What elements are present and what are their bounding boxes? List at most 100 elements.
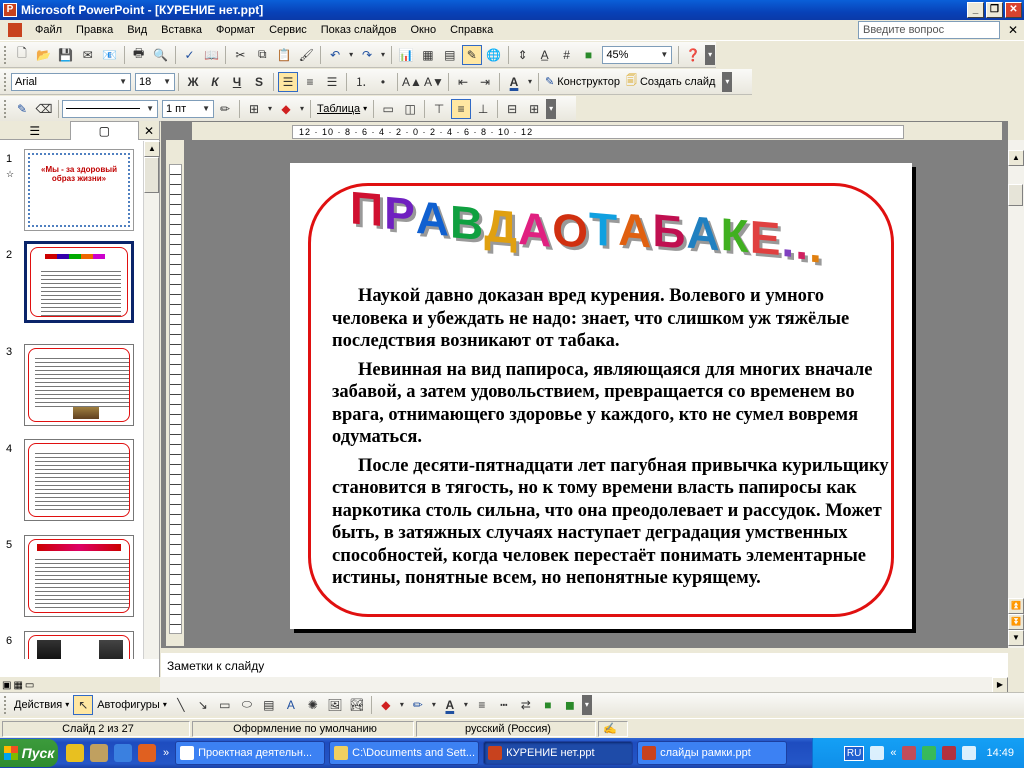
slide-scrollbar[interactable]: ▲ ⏫ ⏬ ▼	[1008, 140, 1024, 648]
split-cell-icon[interactable]: ◫	[400, 99, 420, 119]
insert-chart-icon[interactable]: 📊	[396, 45, 416, 65]
menu-slideshow[interactable]: Показ слайдов	[314, 24, 404, 36]
task-slides-frames[interactable]: слайды рамки.ppt	[637, 741, 788, 765]
slide-canvas[interactable]: ПРАВДА О ТАБАКЕ... Наукой давно доказан …	[290, 163, 912, 629]
slide-thumb-6[interactable]	[24, 631, 134, 659]
hyperlink-icon[interactable]: 🌐	[484, 45, 504, 65]
email-icon[interactable]: 📧	[100, 45, 120, 65]
help-search-input[interactable]: Введите вопрос	[858, 21, 1000, 39]
slide-thumb-4[interactable]	[24, 439, 134, 521]
help-tray-icon[interactable]	[870, 746, 885, 760]
new-icon[interactable]: 🗋	[12, 45, 32, 65]
slide-text-box[interactable]: Наукой давно доказан вред курения. Волев…	[332, 285, 894, 596]
bullets-icon[interactable]: •	[373, 72, 393, 92]
spelling-status-icon[interactable]: ✍	[598, 720, 628, 737]
toolbar-grip[interactable]	[4, 695, 7, 714]
fill-dropdown-icon[interactable]: ▾	[298, 99, 306, 119]
decrease-font-icon[interactable]: A▼	[424, 72, 444, 92]
font-select[interactable]: Arial ▼	[11, 72, 131, 91]
borders-icon[interactable]: ⊞	[244, 99, 264, 119]
distribute-rows-icon[interactable]: ⊟	[502, 99, 522, 119]
start-button[interactable]: Пуск	[0, 739, 58, 767]
font-color-dropdown-icon[interactable]: ▾	[462, 695, 470, 715]
toolbar-grip[interactable]	[4, 99, 7, 118]
restore-button[interactable]: ❐	[986, 2, 1003, 18]
align-bottom-icon[interactable]: ⊥	[473, 99, 493, 119]
dash-style-icon[interactable]: ┅	[494, 695, 514, 715]
menu-insert[interactable]: Вставка	[154, 24, 209, 36]
language-indicator[interactable]: RU	[843, 745, 865, 761]
firefox-icon[interactable]	[138, 744, 156, 762]
format-painter-icon[interactable]: 🖌	[296, 45, 316, 65]
align-top-icon[interactable]: ⊤	[429, 99, 449, 119]
wordart-icon[interactable]: A	[281, 695, 301, 715]
horizontal-scrollbar[interactable]: ◀ ▶	[144, 677, 1008, 693]
slideshow-view-icon[interactable]: ▭	[25, 680, 34, 691]
decrease-indent-icon[interactable]: ⇤	[453, 72, 473, 92]
toolbar-grip[interactable]	[4, 45, 7, 64]
diagram-icon[interactable]: ✺	[303, 695, 323, 715]
shadow-button[interactable]: S	[249, 72, 269, 92]
research-icon[interactable]: 📖	[202, 45, 222, 65]
actions-menu[interactable]: Действия ▾	[11, 699, 72, 711]
grid-icon[interactable]: #	[557, 45, 577, 65]
print-icon[interactable]: 🖶	[129, 45, 149, 65]
previous-slide-icon[interactable]: ⏫	[1008, 598, 1024, 614]
quicklaunch-icon[interactable]	[66, 744, 84, 762]
volume-icon[interactable]	[902, 746, 917, 760]
toolbar-options-icon[interactable]: ▾	[581, 694, 592, 715]
autoshapes-menu[interactable]: Автофигуры ▾	[94, 699, 170, 711]
paste-icon[interactable]: 📋	[274, 45, 294, 65]
oval-icon[interactable]: ⬭	[237, 695, 257, 715]
next-slide-icon[interactable]: ⏬	[1008, 614, 1024, 630]
increase-indent-icon[interactable]: ⇥	[475, 72, 495, 92]
save-icon[interactable]: 💾	[56, 45, 76, 65]
menu-format[interactable]: Формат	[209, 24, 262, 36]
undo-dropdown-icon[interactable]: ▾	[347, 45, 355, 65]
align-center-icon[interactable]: ≡	[300, 72, 320, 92]
menu-window[interactable]: Окно	[404, 24, 444, 36]
tray-expand-icon[interactable]: «	[890, 747, 896, 759]
normal-view-icon[interactable]: ▣	[2, 680, 11, 691]
undo-icon[interactable]: ↶	[325, 45, 345, 65]
underline-button[interactable]: Ч	[227, 72, 247, 92]
line-color-dropdown-icon[interactable]: ▾	[430, 695, 438, 715]
powerpoint-app-icon[interactable]: P	[3, 3, 17, 17]
slide-thumb-3[interactable]	[24, 344, 134, 426]
toolbar-options-icon[interactable]: ▾	[546, 98, 557, 119]
ie-icon[interactable]	[114, 744, 132, 762]
font-size-select[interactable]: 18 ▼	[135, 72, 175, 91]
color-grayscale-icon[interactable]: ■	[579, 45, 599, 65]
redo-dropdown-icon[interactable]: ▾	[379, 45, 387, 65]
cut-icon[interactable]: ✂	[230, 45, 250, 65]
antivirus-icon[interactable]	[942, 746, 957, 760]
redo-icon[interactable]: ↷	[357, 45, 377, 65]
tab-slides[interactable]: ▢	[69, 121, 140, 140]
fill-color-icon[interactable]: ◆	[276, 99, 296, 119]
shadow-style-icon[interactable]: ■	[538, 695, 558, 715]
font-color-dropdown-icon[interactable]: ▾	[526, 72, 534, 92]
line-style-select[interactable]: ▼	[62, 99, 158, 118]
help-icon[interactable]: ❓	[683, 45, 703, 65]
slide-thumb-2[interactable]	[24, 241, 134, 323]
menu-view[interactable]: Вид	[120, 24, 154, 36]
quicklaunch-icon[interactable]	[90, 744, 108, 762]
increase-font-icon[interactable]: A▲	[402, 72, 422, 92]
line-width-select[interactable]: 1 пт ▼	[162, 99, 214, 118]
clipart-icon[interactable]: 🖼	[325, 695, 345, 715]
align-left-icon[interactable]: ☰	[278, 71, 298, 92]
expand-all-icon[interactable]: ⇕	[513, 45, 533, 65]
spelling-icon[interactable]: ✓	[180, 45, 200, 65]
new-slide-button[interactable]: 🗐 Создать слайд	[623, 72, 718, 91]
draw-table-icon[interactable]: ✎	[461, 44, 482, 65]
document-icon[interactable]	[8, 23, 22, 37]
picture-icon[interactable]: 🏞	[347, 695, 367, 715]
borders-dropdown-icon[interactable]: ▾	[266, 99, 274, 119]
insert-table-icon[interactable]: ▦	[418, 45, 438, 65]
scroll-up-icon[interactable]: ▲	[1008, 150, 1024, 166]
scroll-thumb[interactable]	[1008, 184, 1023, 206]
menu-tools[interactable]: Сервис	[262, 24, 314, 36]
textbox-icon[interactable]: ▤	[259, 695, 279, 715]
task-documents[interactable]: C:\Documents and Sett...	[329, 741, 480, 765]
close-document-icon[interactable]: ✕	[1008, 23, 1018, 37]
